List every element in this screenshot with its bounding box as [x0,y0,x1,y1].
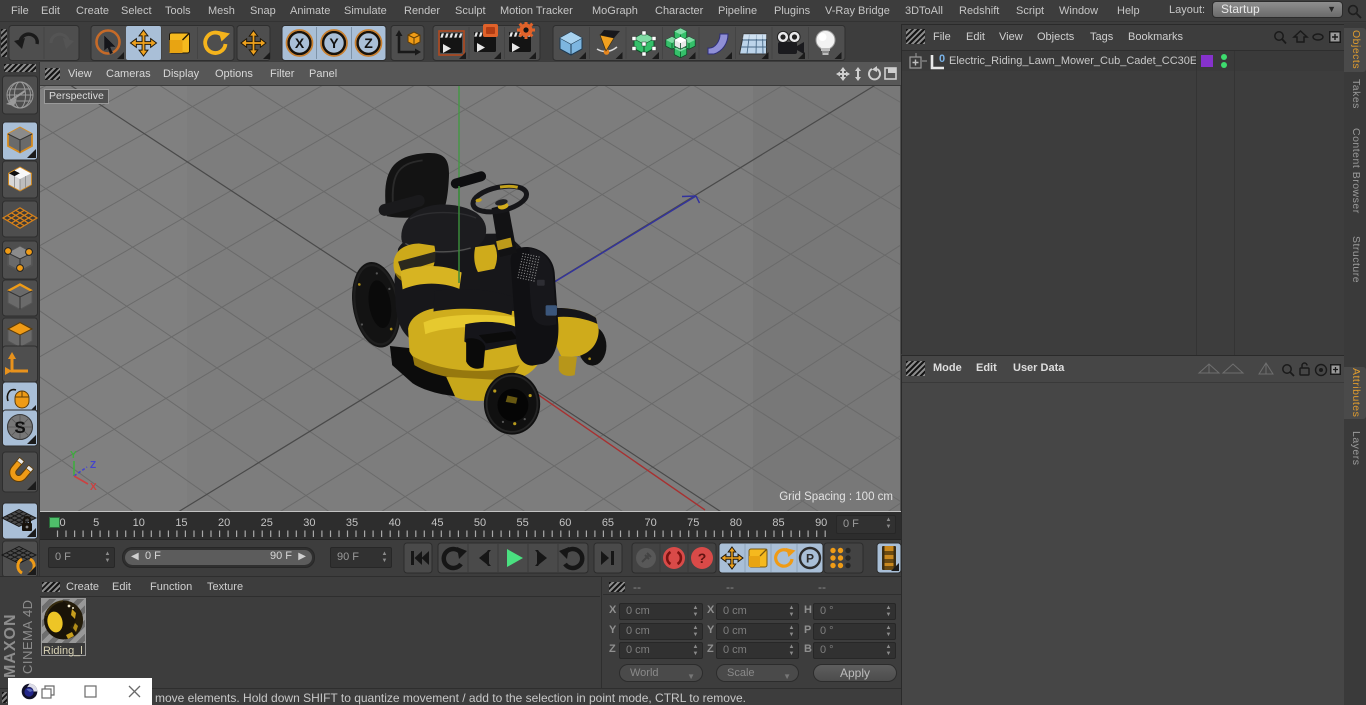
svg-text:5: 5 [93,517,99,529]
svg-text:S: S [14,418,25,437]
svg-text:60: 60 [559,517,571,529]
svg-text:?: ? [698,550,707,566]
svg-text:P: P [806,552,814,566]
svg-text:0: 0 [939,53,945,65]
svg-text:55: 55 [517,517,529,529]
svg-text:25: 25 [261,517,273,529]
svg-text:75: 75 [687,517,699,529]
svg-text:45: 45 [431,517,443,529]
svg-text:40: 40 [389,517,401,529]
svg-text:65: 65 [602,517,614,529]
svg-text:85: 85 [772,517,784,529]
svg-text:10: 10 [133,517,145,529]
svg-text:70: 70 [644,517,656,529]
svg-text:X: X [90,482,97,493]
svg-text:30: 30 [303,517,315,529]
svg-text:0: 0 [60,517,66,529]
svg-text:Y: Y [329,35,339,51]
svg-text:80: 80 [730,517,742,529]
svg-text:Z: Z [90,460,96,471]
svg-text:35: 35 [346,517,358,529]
svg-text:Y: Y [70,450,77,461]
svg-text:20: 20 [218,517,230,529]
svg-text:15: 15 [175,517,187,529]
svg-text:90: 90 [815,517,827,529]
svg-text:X: X [295,35,305,51]
svg-text:Z: Z [364,35,373,51]
svg-text:50: 50 [474,517,486,529]
